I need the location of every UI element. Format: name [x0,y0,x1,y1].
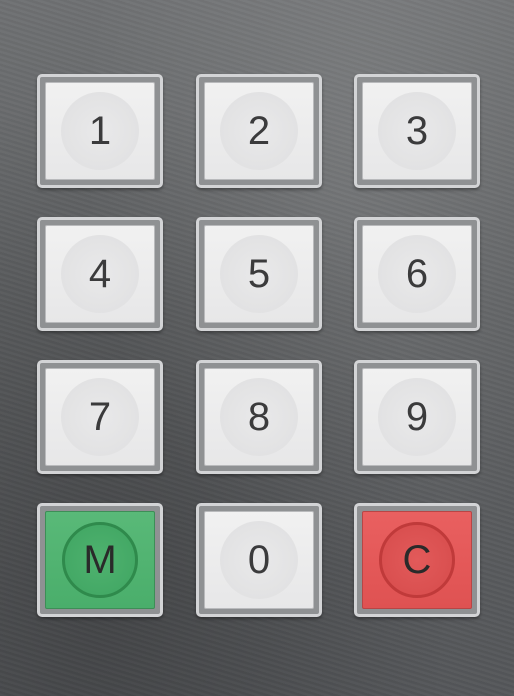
key-6-label: 6 [405,252,429,296]
key-1-label: 1 [88,109,112,153]
key-ring: 3 [378,92,456,170]
key-ring: 7 [61,378,139,456]
key-ring: C [379,522,455,598]
key-face: 1 [45,82,155,180]
keypad-panel: 1 2 3 4 5 6 7 8 9 M 0 C [0,0,514,696]
clear-key[interactable]: C [354,503,480,617]
key-face: 7 [45,368,155,466]
key-ring: 6 [378,235,456,313]
memory-key[interactable]: M [37,503,163,617]
key-face: M [45,511,155,609]
key-face: 4 [45,225,155,323]
memory-key-label: M [83,538,117,582]
key-ring: 9 [378,378,456,456]
key-7[interactable]: 7 [37,360,163,474]
key-face: 5 [204,225,314,323]
key-4-label: 4 [88,252,112,296]
key-9[interactable]: 9 [354,360,480,474]
key-1[interactable]: 1 [37,74,163,188]
key-face: 9 [362,368,472,466]
key-0-label: 0 [247,538,271,582]
key-8[interactable]: 8 [196,360,322,474]
key-0[interactable]: 0 [196,503,322,617]
key-ring: M [62,522,138,598]
key-3[interactable]: 3 [354,74,480,188]
key-face: 6 [362,225,472,323]
key-8-label: 8 [247,395,271,439]
key-ring: 5 [220,235,298,313]
key-face: 2 [204,82,314,180]
key-ring: 0 [220,521,298,599]
key-2[interactable]: 2 [196,74,322,188]
clear-key-label: C [402,538,432,582]
key-3-label: 3 [405,109,429,153]
key-2-label: 2 [247,109,271,153]
key-face: 0 [204,511,314,609]
key-face: 3 [362,82,472,180]
key-ring: 8 [220,378,298,456]
key-ring: 1 [61,92,139,170]
key-7-label: 7 [88,395,112,439]
key-5-label: 5 [247,252,271,296]
key-9-label: 9 [405,395,429,439]
key-4[interactable]: 4 [37,217,163,331]
key-face: C [362,511,472,609]
key-ring: 4 [61,235,139,313]
key-6[interactable]: 6 [354,217,480,331]
key-5[interactable]: 5 [196,217,322,331]
key-ring: 2 [220,92,298,170]
key-face: 8 [204,368,314,466]
